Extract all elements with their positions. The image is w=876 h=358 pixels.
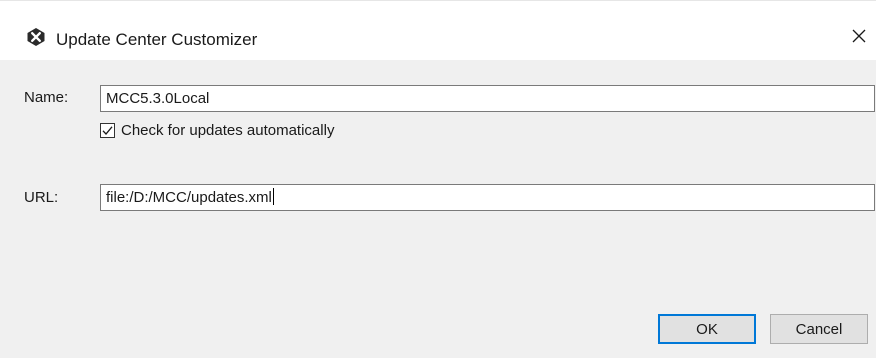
close-button[interactable] <box>842 20 876 56</box>
cancel-button[interactable]: Cancel <box>770 314 868 344</box>
x-app-icon <box>26 27 46 47</box>
title-bar[interactable]: Update Center Customizer <box>0 4 876 60</box>
name-label: Name: <box>24 89 69 106</box>
auto-check-option[interactable]: Check for updates automatically <box>100 120 334 140</box>
url-input[interactable]: file:/D:/MCC/updates.xml <box>100 184 875 211</box>
ok-button[interactable]: OK <box>658 314 756 344</box>
url-input-value: file:/D:/MCC/updates.xml <box>106 189 272 206</box>
dialog-content: Name: MCC5.3.0Local Check for updates au… <box>0 60 876 358</box>
url-label: URL: <box>24 189 59 206</box>
window-title: Update Center Customizer <box>56 30 258 49</box>
name-input-value: MCC5.3.0Local <box>106 90 210 107</box>
auto-check-label: Check for updates automatically <box>121 121 335 139</box>
auto-check-checkbox[interactable] <box>100 122 115 138</box>
text-caret <box>272 188 274 205</box>
close-icon <box>851 28 867 49</box>
name-input[interactable]: MCC5.3.0Local <box>100 85 875 112</box>
checkmark-icon <box>102 125 113 135</box>
dialog-window: Update Center Customizer Name: MCC5.3.0L… <box>0 0 876 358</box>
